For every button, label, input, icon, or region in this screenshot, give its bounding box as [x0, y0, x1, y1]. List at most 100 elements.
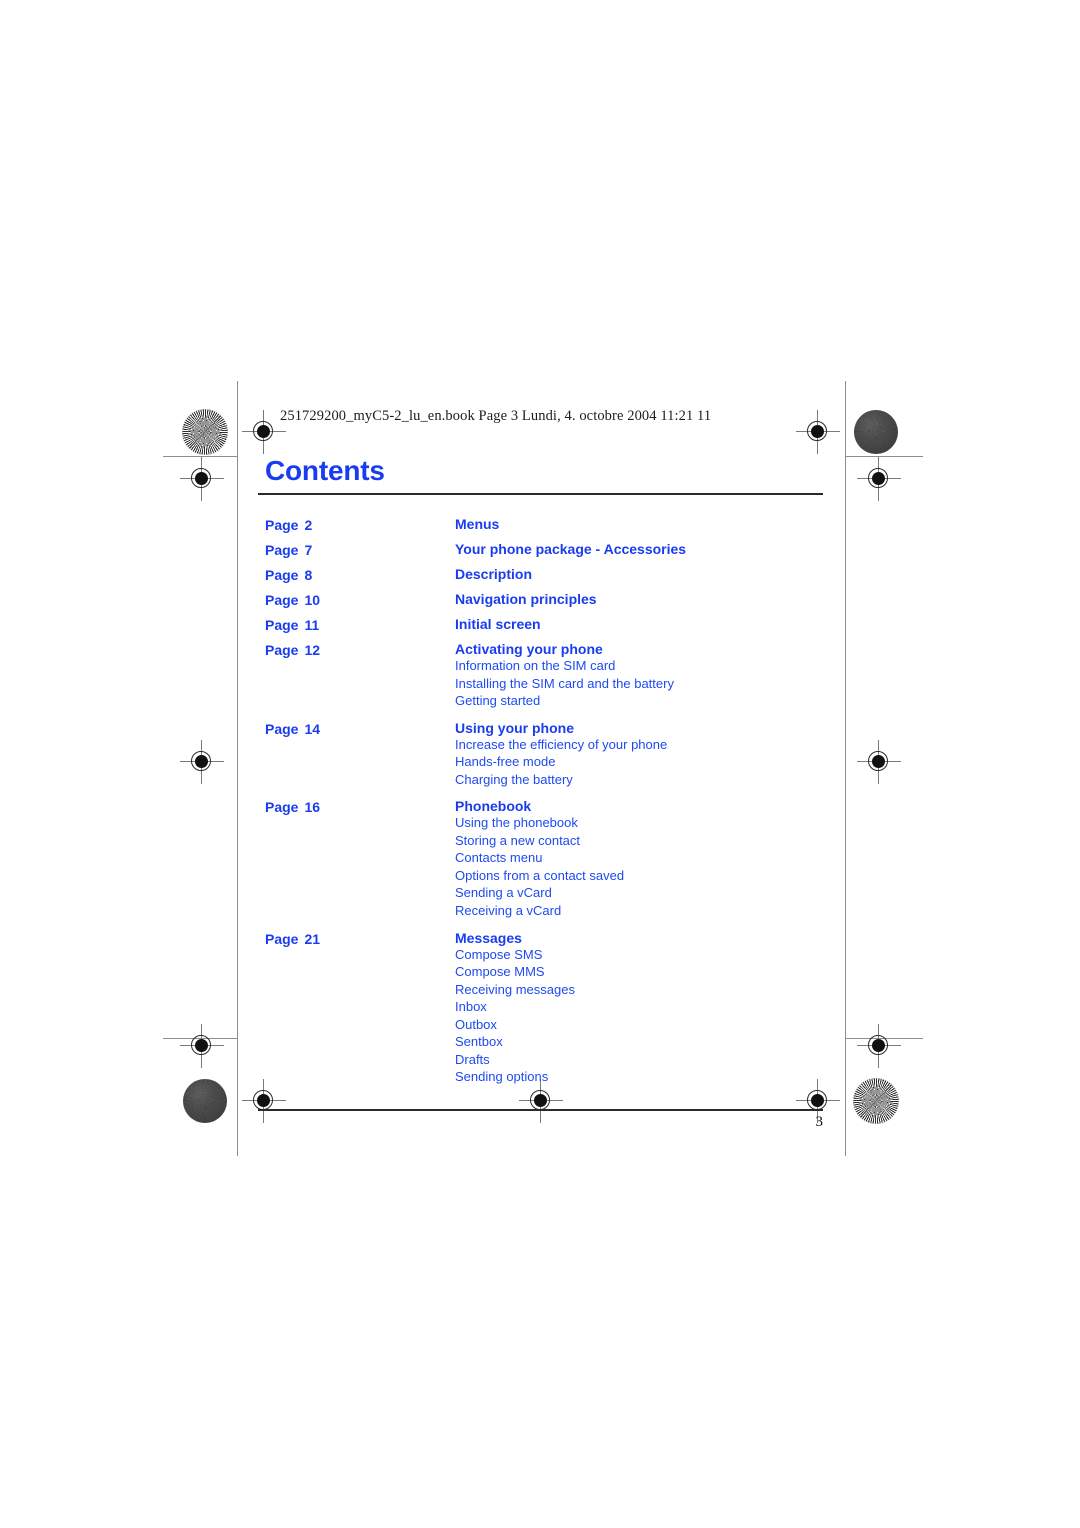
toc-subsection[interactable]: Sending a vCard: [455, 886, 823, 901]
toc-subsection[interactable]: Using the phonebook: [455, 816, 823, 831]
toc-page-label: Page 21: [265, 931, 455, 946]
page-footer: 3: [258, 1108, 824, 1131]
page-title: Contents: [265, 455, 385, 486]
footer-page-number: 3: [815, 1113, 824, 1130]
regmark-ring: [191, 1035, 211, 1055]
toc-subsection[interactable]: Receiving a vCard: [455, 903, 823, 919]
regmark-vertical-line: [878, 740, 880, 784]
toc-section-title[interactable]: Description: [455, 567, 823, 581]
toc-subsection[interactable]: Charging the battery: [455, 772, 823, 788]
toc-subsection[interactable]: Installing the SIM card and the battery: [455, 676, 823, 692]
regmark-horizontal-line: [180, 478, 224, 480]
regmark-ring: [868, 468, 888, 488]
toc-section-title[interactable]: Initial screen: [455, 617, 823, 631]
toc-section-title[interactable]: Activating your phone: [455, 642, 823, 656]
crop-line: [163, 1038, 238, 1039]
regmark-ring: [191, 751, 211, 771]
toc-subsection[interactable]: Contacts menu: [455, 851, 823, 866]
regmark-horizontal-line: [180, 1045, 224, 1047]
toc-subsection[interactable]: Information on the SIM card: [455, 658, 823, 674]
regmark-center-dot: [872, 472, 885, 485]
registration-mark-icon: [857, 457, 901, 501]
regmark-horizontal-line: [180, 761, 224, 763]
footer-divider: [258, 1108, 823, 1111]
toc-entry[interactable]: Page 16 Phonebook Using the phonebook Storin…: [265, 799, 823, 918]
toc-entry-body: Using your phone Increase the efficiency …: [455, 721, 823, 788]
toc-page-number: 16: [304, 799, 321, 816]
toc-entry[interactable]: Page 11 Initial screen: [265, 617, 823, 632]
toc-entry-body: Phonebook Using the phonebook Storing a ne…: [455, 799, 823, 918]
toc-subsection[interactable]: Inbox: [455, 1000, 823, 1015]
registration-mark-icon: [180, 740, 224, 784]
toc-page-number: 11: [304, 617, 320, 633]
registration-mark-icon: [857, 1024, 901, 1068]
starburst-target-icon: [182, 409, 228, 455]
toc-subsection[interactable]: Compose MMS: [455, 965, 823, 980]
registration-mark-icon: [857, 740, 901, 784]
toc-subsection[interactable]: Receiving messages: [455, 982, 823, 998]
toc-section-title[interactable]: Using your phone: [455, 721, 823, 735]
toc-page-word: Page: [265, 592, 299, 608]
regmark-center-dot: [195, 472, 208, 485]
density-patch-icon: [854, 410, 898, 454]
regmark-ring: [868, 751, 888, 771]
toc-subsection[interactable]: Sending options: [455, 1070, 823, 1085]
regmark-center-dot: [195, 1039, 208, 1052]
toc-entry-body: Activating your phone Information on the …: [455, 642, 823, 709]
toc-page-label: Page 14: [265, 721, 455, 736]
toc-entry[interactable]: Page 14 Using your phone Increase the effic…: [265, 721, 823, 788]
toc-entry-body: Your phone package - Accessories: [455, 542, 823, 556]
toc-page-number: 21: [304, 930, 321, 947]
toc-page-word: Page: [265, 642, 299, 658]
toc-page-number: 2: [304, 517, 313, 533]
toc-subsection[interactable]: Compose SMS: [455, 947, 823, 963]
toc-page-label: Page 16: [265, 799, 455, 814]
regmark-vertical-line: [878, 1024, 880, 1068]
regmark-center-dot: [195, 755, 208, 768]
toc-entry[interactable]: Page 8 Description: [265, 567, 823, 582]
toc-subsection[interactable]: Options from a contact saved: [455, 868, 823, 884]
document-page: 251729200_myC5-2_lu_en.book Page 3 Lundi…: [258, 408, 823, 1131]
toc-section-title[interactable]: Navigation principles: [455, 592, 823, 606]
toc-page-word: Page: [265, 720, 299, 737]
regmark-horizontal-line: [857, 761, 901, 763]
toc-page-label: Page 12: [265, 642, 455, 657]
toc-entry-body: Messages Compose SMS Compose MMS Receiving …: [455, 931, 823, 1085]
toc-entry[interactable]: Page 10 Navigation principles: [265, 592, 823, 607]
toc-subsection[interactable]: Outbox: [455, 1017, 823, 1033]
regmark-horizontal-line: [857, 1045, 901, 1047]
toc-section-title[interactable]: Messages: [455, 931, 823, 945]
toc-entry[interactable]: Page 2 Menus: [265, 517, 823, 532]
starburst-target-icon: [853, 1078, 899, 1124]
toc-page-number: 10: [304, 592, 321, 608]
toc-entry-body: Menus: [455, 517, 823, 531]
toc-entry-body: Description: [455, 567, 823, 581]
toc-page-label: Page 2: [265, 517, 455, 532]
toc-page-word: Page: [265, 567, 299, 583]
toc-page-label: Page 7: [265, 542, 455, 557]
toc-section-title[interactable]: Your phone package - Accessories: [455, 542, 823, 556]
toc-page-number: 14: [304, 720, 321, 737]
toc-entry-body: Initial screen: [455, 617, 823, 631]
toc-subsection[interactable]: Getting started: [455, 694, 823, 709]
toc-page-label: Page 11: [265, 617, 455, 632]
crop-line: [845, 381, 846, 1156]
toc-subsection[interactable]: Drafts: [455, 1052, 823, 1068]
crop-line: [237, 381, 238, 1156]
table-of-contents: Page 2 Menus Page 7 Your phone package - Acce…: [265, 517, 823, 1085]
toc-entry[interactable]: Page 7 Your phone package - Accessories: [265, 542, 823, 557]
toc-section-title[interactable]: Menus: [455, 517, 823, 531]
toc-entry[interactable]: Page 21 Messages Compose SMS Compose MMS Rece…: [265, 931, 823, 1085]
toc-page-word: Page: [265, 799, 299, 816]
toc-subsection[interactable]: Hands-free mode: [455, 755, 823, 770]
toc-page-number: 12: [304, 642, 321, 658]
toc-subsection[interactable]: Sentbox: [455, 1035, 823, 1050]
registration-mark-icon: [180, 1024, 224, 1068]
regmark-horizontal-line: [857, 478, 901, 480]
toc-subsection[interactable]: Increase the efficiency of your phone: [455, 737, 823, 753]
toc-subsection[interactable]: Storing a new contact: [455, 833, 823, 849]
toc-section-title[interactable]: Phonebook: [455, 799, 823, 813]
running-header: 251729200_myC5-2_lu_en.book Page 3 Lundi…: [280, 408, 712, 424]
toc-entry[interactable]: Page 12 Activating your phone Information o…: [265, 642, 823, 709]
regmark-vertical-line: [201, 457, 203, 501]
